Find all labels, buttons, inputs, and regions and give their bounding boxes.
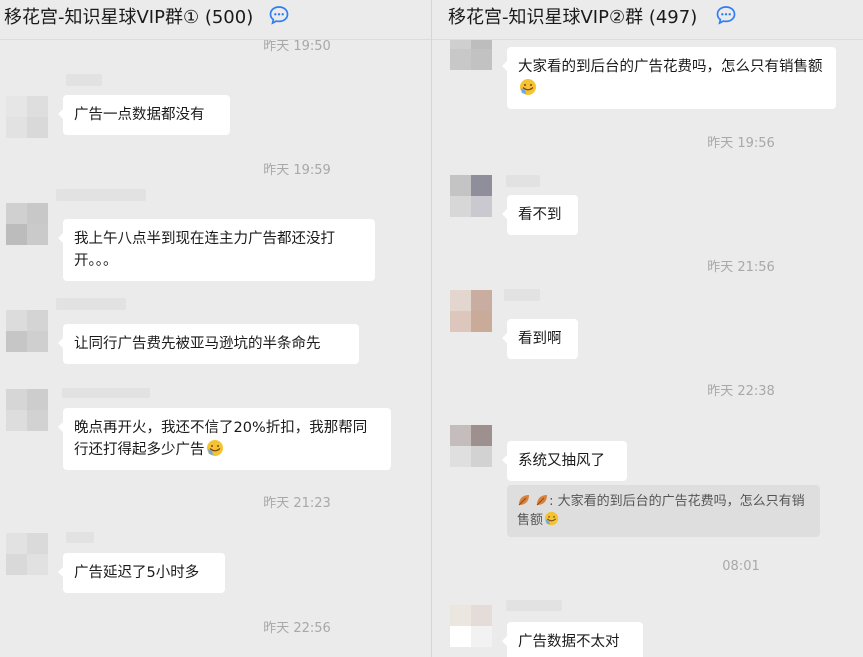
sender-name-blurred bbox=[62, 388, 150, 398]
sender-name-blurred bbox=[506, 175, 540, 187]
message-bubble[interactable]: 看不到 bbox=[502, 195, 578, 235]
chat-header-right: 移花宫-知识星球VIP②群 (497) bbox=[432, 0, 863, 40]
timestamp: 昨天 21:23 bbox=[263, 496, 331, 511]
leaf-emoji bbox=[518, 495, 529, 506]
timestamp: 昨天 21:56 bbox=[707, 260, 775, 275]
chat-bubble-dots-icon[interactable] bbox=[715, 4, 737, 26]
message-bubble[interactable]: 广告数据不太对 bbox=[502, 622, 643, 657]
sender-name-blurred bbox=[66, 74, 102, 86]
message-bubble[interactable]: 看到啊 bbox=[502, 319, 578, 359]
chat-title-right[interactable]: 移花宫-知识星球VIP②群 (497) bbox=[448, 3, 697, 29]
sender-name-blurred bbox=[66, 532, 94, 543]
avatar[interactable] bbox=[6, 389, 48, 431]
avatar[interactable] bbox=[6, 203, 48, 245]
message-bubble[interactable]: 让同行广告费先被亚马逊坑的半条命先 bbox=[58, 324, 359, 364]
quoted-text: : 大家看的到后台的广告花费吗，怎么只有销售额 bbox=[517, 494, 805, 528]
wechat-window: 移花宫-知识星球VIP群① (500) 昨天 19:50 广告一点数据都没有 昨… bbox=[0, 0, 863, 657]
quoted-message[interactable]: : 大家看的到后台的广告花费吗，怎么只有销售额 bbox=[507, 485, 820, 537]
leaf-emoji bbox=[536, 495, 548, 506]
facepalm-emoji bbox=[544, 511, 559, 526]
chat-pane-right: 移花宫-知识星球VIP②群 (497) 大家看的到后台的广告花费吗，怎么只有销售… bbox=[432, 0, 863, 657]
timestamp: 昨天 19:59 bbox=[263, 163, 331, 178]
avatar[interactable] bbox=[6, 310, 48, 352]
timestamp: 昨天 22:56 bbox=[263, 621, 331, 636]
chat-bubble-dots-icon[interactable] bbox=[268, 4, 290, 26]
chat-title-left[interactable]: 移花宫-知识星球VIP群① (500) bbox=[4, 3, 253, 29]
avatar[interactable] bbox=[6, 533, 48, 575]
chat-header-left: 移花宫-知识星球VIP群① (500) bbox=[0, 0, 431, 40]
message-bubble[interactable]: 广告延迟了5小时多 bbox=[58, 553, 225, 593]
sender-name-blurred bbox=[56, 189, 146, 201]
message-bubble[interactable]: 我上午八点半到现在连主力广告都还没打开。。。 bbox=[58, 219, 375, 281]
message-bubble[interactable]: 晚点再开火，我还不信了20%折扣，我那帮同行还打得起多少广告 bbox=[58, 408, 391, 470]
avatar[interactable] bbox=[450, 290, 492, 332]
avatar[interactable] bbox=[450, 605, 492, 647]
sender-name-blurred bbox=[504, 289, 540, 301]
facepalm-emoji bbox=[520, 79, 536, 95]
message-bubble[interactable]: 大家看的到后台的广告花费吗，怎么只有销售额 bbox=[502, 47, 836, 109]
message-text: 大家看的到后台的广告花费吗，怎么只有销售额 bbox=[518, 59, 823, 75]
avatar[interactable] bbox=[6, 96, 48, 138]
message-bubble[interactable]: 广告一点数据都没有 bbox=[58, 95, 230, 135]
avatar[interactable] bbox=[450, 175, 492, 217]
sender-name-blurred bbox=[56, 298, 126, 310]
message-bubble[interactable]: 系统又抽风了 bbox=[502, 441, 627, 481]
timestamp: 昨天 22:38 bbox=[707, 384, 775, 399]
chat-pane-left: 移花宫-知识星球VIP群① (500) 昨天 19:50 广告一点数据都没有 昨… bbox=[0, 0, 431, 657]
avatar[interactable] bbox=[450, 425, 492, 467]
facepalm-emoji bbox=[206, 440, 223, 456]
timestamp: 08:01 bbox=[722, 559, 760, 574]
timestamp: 昨天 19:56 bbox=[707, 136, 775, 151]
sender-name-blurred bbox=[506, 600, 562, 611]
